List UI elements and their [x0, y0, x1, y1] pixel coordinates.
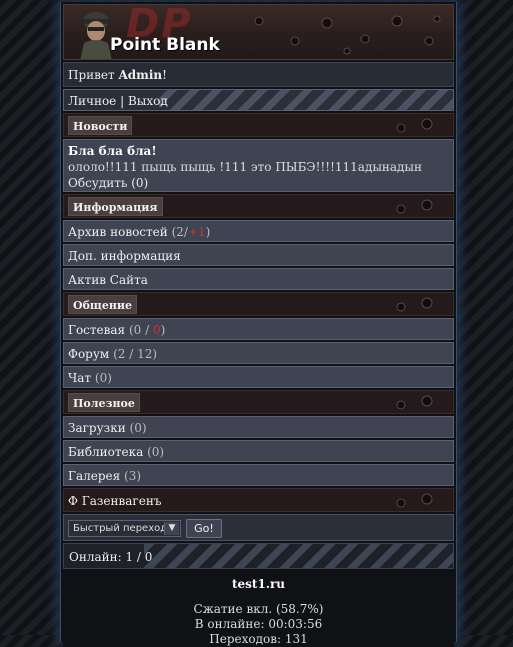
news-item: Бла бла бла! ололо!!111 пыщь пыщь !111 э…	[63, 139, 454, 192]
menu-item-label: Форум	[68, 347, 110, 361]
menu-item-count: (0 / 0)	[128, 323, 166, 337]
menu-item-label: Доп. информация	[68, 249, 181, 263]
menu-item-label: Библиотека	[68, 445, 144, 459]
news-item-title: Бла бла бла!	[68, 144, 157, 158]
news-discuss-link[interactable]: Обсудить	[68, 176, 127, 190]
info-section-title: Информация	[68, 197, 163, 216]
special-link[interactable]: Ф Газенвагенъ	[68, 494, 161, 508]
logout-link[interactable]: Выход	[128, 94, 168, 108]
menu-item-site-active[interactable]: Актив Сайта	[63, 268, 454, 290]
menu-item-label: Гостевая	[68, 323, 126, 337]
footer-compression: Сжатие вкл. (58.7%)	[193, 602, 324, 616]
menu-item-count: (3)	[124, 469, 142, 483]
news-item-text: ололо!!111 пыщь пыщь !111 это ПЫБЭ!!!!11…	[68, 160, 422, 174]
greeting-username: Admin	[118, 68, 163, 82]
menu-item-count: (0)	[147, 445, 165, 459]
menu-item-chat[interactable]: Чат (0)	[63, 366, 454, 388]
bullet-holes-decoration	[396, 199, 433, 214]
quick-jump-bar: Быстрый переход ▼ Go!	[63, 514, 454, 541]
menu-item-label: Актив Сайта	[68, 273, 148, 287]
menu-item-guestbook[interactable]: Гостевая (0 / 0)	[63, 318, 454, 340]
footer-online-time: В онлайне: 00:03:56	[194, 617, 323, 631]
bullet-holes-decoration	[396, 395, 433, 410]
greeting-bar: Привет Admin!	[63, 62, 454, 87]
news-section-header: Новости	[63, 113, 454, 137]
menu-item-forum[interactable]: Форум (2 / 12)	[63, 342, 454, 364]
menu-item-gallery[interactable]: Галерея (3)	[63, 464, 454, 486]
menu-item-count: (2 / 12)	[113, 347, 158, 361]
bullet-holes-decoration	[396, 493, 433, 508]
useful-section-title: Полезное	[68, 393, 140, 412]
menu-item-downloads[interactable]: Загрузки (0)	[63, 416, 454, 438]
footer-site-name[interactable]: test1.ru	[63, 577, 454, 592]
menu-item-library[interactable]: Библиотека (0)	[63, 440, 454, 462]
social-section-title: Общение	[68, 295, 138, 314]
menu-item-count: (0)	[94, 371, 112, 385]
page-container: DP Point Blank Привет Admin! Личное | Вы…	[60, 2, 457, 647]
menu-item-label: Чат	[68, 371, 92, 385]
logo-brand-text: Point Blank	[110, 35, 220, 55]
go-button[interactable]: Go!	[186, 519, 222, 538]
footer: test1.ru Сжатие вкл. (58.7%) В онлайне: …	[63, 571, 454, 647]
menu-item-count: (0)	[129, 421, 147, 435]
menu-item-extra-info[interactable]: Доп. информация	[63, 244, 454, 266]
user-links-separator: |	[116, 94, 128, 108]
info-section-header: Информация	[63, 194, 454, 218]
bullet-holes-decoration	[254, 15, 441, 55]
menu-item-label: Загрузки	[68, 421, 126, 435]
menu-item-count: (2/+1)	[171, 225, 211, 239]
quick-jump-selected: Быстрый переход	[73, 523, 168, 534]
footer-transitions: Переходов: 131	[209, 632, 308, 646]
site-logo-banner[interactable]: DP Point Blank	[63, 4, 454, 60]
news-discuss-count: (0)	[131, 176, 149, 190]
useful-section-header: Полезное	[63, 390, 454, 414]
personal-link[interactable]: Личное	[68, 94, 116, 108]
greeting-suffix: !	[162, 68, 167, 82]
social-section-header: Общение	[63, 292, 454, 316]
bullet-holes-decoration	[396, 297, 433, 312]
bullet-holes-decoration	[396, 118, 433, 133]
news-discuss-line: Обсудить (0)	[68, 175, 449, 191]
online-counter: Онлайн: 1 / 0	[63, 543, 454, 569]
special-link-bar[interactable]: Ф Газенвагенъ	[63, 488, 454, 512]
chevron-down-icon: ▼	[164, 522, 179, 535]
quick-jump-select[interactable]: Быстрый переход ▼	[68, 520, 181, 537]
menu-item-label: Галерея	[68, 469, 121, 483]
news-section-title: Новости	[68, 116, 133, 135]
menu-item-label: Архив новостей	[68, 225, 168, 239]
menu-item-news-archive[interactable]: Архив новостей (2/+1)	[63, 220, 454, 242]
greeting-prefix: Привет	[68, 68, 119, 82]
user-links-bar: Личное | Выход	[63, 89, 454, 111]
